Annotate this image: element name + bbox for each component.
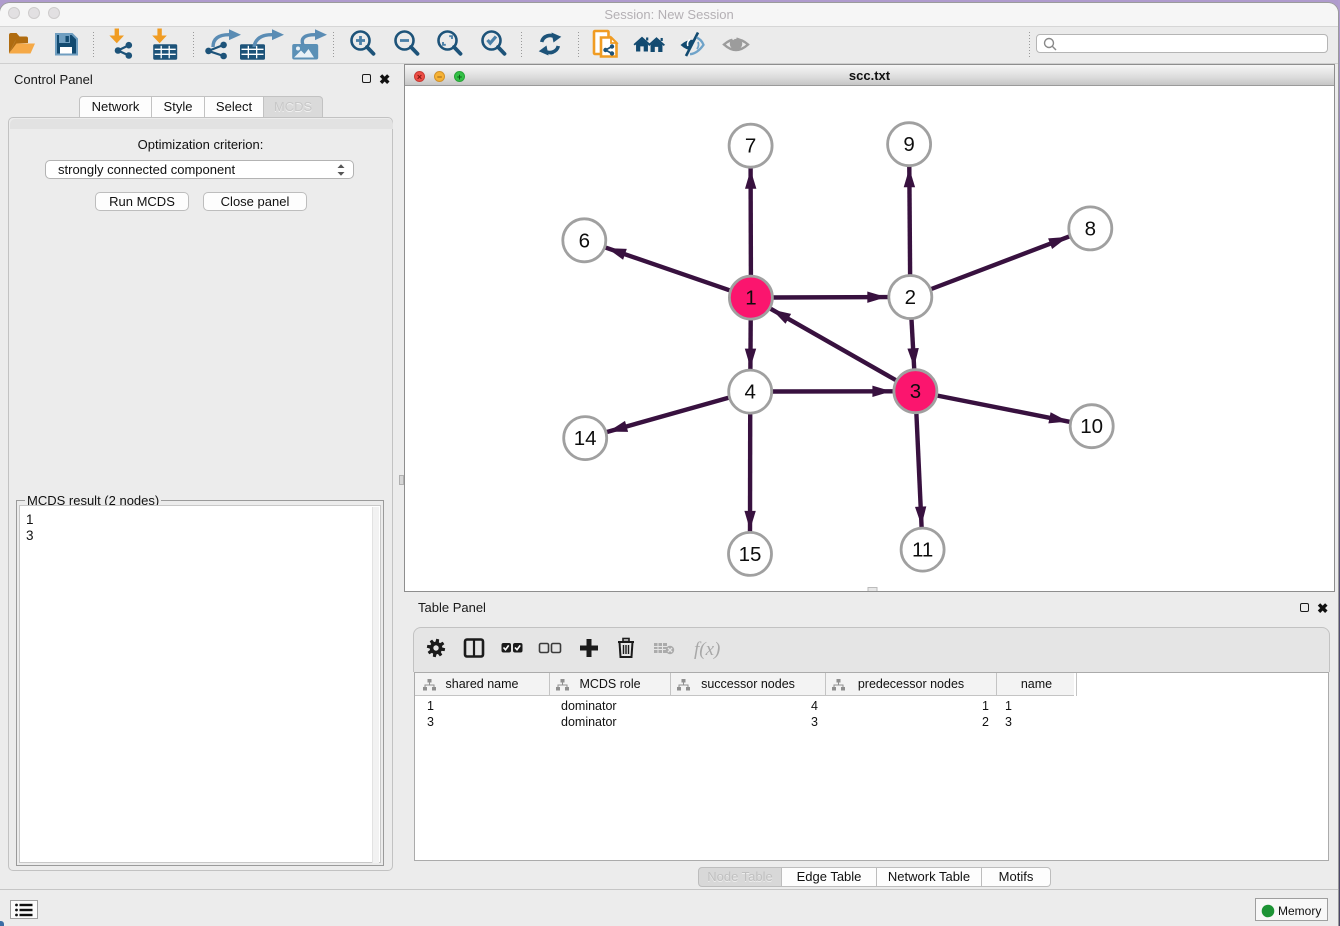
svg-text:10: 10 — [1080, 415, 1103, 438]
svg-text:6: 6 — [579, 229, 590, 252]
svg-text:9: 9 — [903, 133, 914, 156]
svg-text:15: 15 — [739, 543, 762, 566]
svg-text:7: 7 — [745, 135, 756, 158]
svg-text:3: 3 — [910, 380, 921, 403]
svg-text:11: 11 — [912, 539, 933, 562]
svg-text:14: 14 — [574, 427, 597, 450]
svg-text:1: 1 — [745, 287, 756, 310]
svg-text:2: 2 — [905, 286, 916, 309]
svg-text:f(x): f(x) — [694, 639, 720, 660]
svg-text:8: 8 — [1085, 217, 1096, 240]
svg-text:4: 4 — [744, 381, 755, 404]
